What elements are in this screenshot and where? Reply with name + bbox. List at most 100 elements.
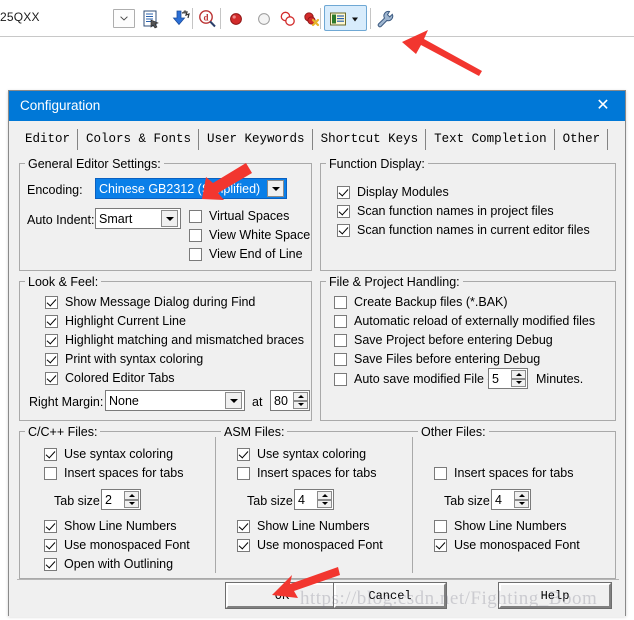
tab-user-keywords[interactable]: User Keywords xyxy=(199,129,313,150)
checkbox-box[interactable] xyxy=(337,204,350,218)
breakpoint-insert-icon[interactable] xyxy=(225,8,247,30)
checkbox-other-use-monospaced-font[interactable]: Use monospaced Font xyxy=(434,538,580,552)
right-margin-dropdown-button[interactable] xyxy=(225,392,242,409)
checkbox-box[interactable] xyxy=(44,538,57,552)
checkbox-box[interactable] xyxy=(237,538,250,552)
checkbox-box[interactable] xyxy=(334,333,347,347)
cancel-button[interactable]: Cancel xyxy=(333,582,447,609)
ok-button[interactable]: OK xyxy=(225,582,339,609)
spinner-down-button[interactable] xyxy=(514,499,529,508)
checkbox-box[interactable] xyxy=(434,466,447,480)
auto-indent-combobox[interactable]: Smart xyxy=(95,208,181,229)
download-blue-arrow-icon[interactable] xyxy=(168,8,190,30)
checkbox-box[interactable] xyxy=(337,223,350,237)
checkbox-box[interactable] xyxy=(44,557,57,571)
spinner-up-button[interactable] xyxy=(511,370,526,379)
encoding-combobox[interactable]: Chinese GB2312 (Simplified) xyxy=(95,178,287,199)
asm-tab-size-spinner[interactable]: 4 xyxy=(294,489,334,510)
spinner-up-button[interactable] xyxy=(124,491,139,500)
checkbox-display-modules[interactable]: Display Modules xyxy=(337,185,449,199)
checkbox-box[interactable] xyxy=(189,228,202,242)
document-refresh-icon[interactable] xyxy=(140,8,162,30)
breakpoint-disable-icon[interactable] xyxy=(253,8,275,30)
checkbox-box[interactable] xyxy=(44,447,57,461)
checkbox-box[interactable] xyxy=(337,185,350,199)
configuration-target-options-icon[interactable] xyxy=(327,8,349,30)
checkbox-box[interactable] xyxy=(334,295,347,309)
c-tab-size-spinner[interactable]: 2 xyxy=(101,489,141,510)
checkbox-box[interactable] xyxy=(237,519,250,533)
checkbox-view-end-of-line[interactable]: View End of Line xyxy=(189,247,303,261)
checkbox-box[interactable] xyxy=(189,209,202,223)
right-margin-combobox[interactable]: None xyxy=(105,390,245,411)
other-tab-size-spinner[interactable]: 4 xyxy=(491,489,531,510)
find-in-files-icon[interactable]: d xyxy=(196,8,218,30)
checkbox-colored-editor-tabs[interactable]: Colored Editor Tabs xyxy=(45,371,175,385)
checkbox-automatic-reload[interactable]: Automatic reload of externally modified … xyxy=(334,314,595,328)
spinner-up-button[interactable] xyxy=(293,392,308,401)
checkbox-highlight-current-line[interactable]: Highlight Current Line xyxy=(45,314,186,328)
checkbox-create-backup-files[interactable]: Create Backup files (*.BAK) xyxy=(334,295,508,309)
checkbox-box[interactable] xyxy=(45,314,58,328)
checkbox-c-use-monospaced-font[interactable]: Use monospaced Font xyxy=(44,538,190,552)
spinner-up-button[interactable] xyxy=(514,491,529,500)
tab-editor[interactable]: Editor xyxy=(17,129,79,150)
spinner-down-button[interactable] xyxy=(124,499,139,508)
checkbox-box[interactable] xyxy=(334,372,347,386)
help-button[interactable]: Help xyxy=(498,582,612,609)
auto-indent-dropdown-button[interactable] xyxy=(161,210,178,227)
spinner-up-button[interactable] xyxy=(317,491,332,500)
checkbox-box[interactable] xyxy=(334,352,347,366)
checkbox-virtual-spaces[interactable]: Virtual Spaces xyxy=(189,209,289,223)
checkbox-box[interactable] xyxy=(237,466,250,480)
spinner-buttons[interactable] xyxy=(317,491,332,508)
checkbox-box[interactable] xyxy=(45,371,58,385)
checkbox-c-use-syntax-coloring[interactable]: Use syntax coloring xyxy=(44,447,173,461)
checkbox-asm-insert-spaces-for-tabs[interactable]: Insert spaces for tabs xyxy=(237,466,377,480)
checkbox-asm-use-monospaced-font[interactable]: Use monospaced Font xyxy=(237,538,383,552)
checkbox-other-insert-spaces-for-tabs[interactable]: Insert spaces for tabs xyxy=(434,466,574,480)
spinner-buttons[interactable] xyxy=(124,491,139,508)
checkbox-box[interactable] xyxy=(45,352,58,366)
toolbar-options-dropdown-icon[interactable] xyxy=(349,8,361,30)
checkbox-box[interactable] xyxy=(45,295,58,309)
spinner-down-button[interactable] xyxy=(293,400,308,409)
checkbox-box[interactable] xyxy=(237,447,250,461)
close-icon[interactable]: ✕ xyxy=(581,91,625,121)
configuration-wizard-wrench-icon[interactable] xyxy=(374,8,396,30)
checkbox-other-show-line-numbers[interactable]: Show Line Numbers xyxy=(434,519,567,533)
checkbox-save-files-before-debug[interactable]: Save Files before entering Debug xyxy=(334,352,540,366)
checkbox-print-with-syntax-coloring[interactable]: Print with syntax coloring xyxy=(45,352,203,366)
checkbox-asm-show-line-numbers[interactable]: Show Line Numbers xyxy=(237,519,370,533)
checkbox-c-show-line-numbers[interactable]: Show Line Numbers xyxy=(44,519,177,533)
checkbox-view-white-space[interactable]: View White Space xyxy=(189,228,310,242)
checkbox-asm-use-syntax-coloring[interactable]: Use syntax coloring xyxy=(237,447,366,461)
tab-shortcut-keys[interactable]: Shortcut Keys xyxy=(312,129,427,150)
checkbox-box[interactable] xyxy=(189,247,202,261)
checkbox-c-insert-spaces-for-tabs[interactable]: Insert spaces for tabs xyxy=(44,466,184,480)
spinner-down-button[interactable] xyxy=(511,378,526,387)
checkbox-save-project-before-debug[interactable]: Save Project before entering Debug xyxy=(334,333,553,347)
checkbox-box[interactable] xyxy=(334,314,347,328)
auto-save-minutes-spinner[interactable]: 5 xyxy=(488,368,528,389)
checkbox-box[interactable] xyxy=(44,466,57,480)
encoding-dropdown-button[interactable] xyxy=(267,180,284,197)
checkbox-box[interactable] xyxy=(434,519,447,533)
checkbox-highlight-braces[interactable]: Highlight matching and mismatched braces xyxy=(45,333,304,347)
checkbox-box[interactable] xyxy=(44,519,57,533)
checkbox-c-open-with-outlining[interactable]: Open with Outlining xyxy=(44,557,173,571)
checkbox-show-message-dialog-during-find[interactable]: Show Message Dialog during Find xyxy=(45,295,255,309)
tab-text-completion[interactable]: Text Completion xyxy=(426,129,555,150)
tab-other[interactable]: Other xyxy=(554,129,609,150)
checkbox-box[interactable] xyxy=(45,333,58,347)
spinner-buttons[interactable] xyxy=(511,370,526,387)
breakpoint-kill-all-icon[interactable] xyxy=(277,8,299,30)
breakpoint-remove-icon[interactable] xyxy=(300,8,322,30)
spinner-down-button[interactable] xyxy=(317,499,332,508)
checkbox-box[interactable] xyxy=(434,538,447,552)
spinner-buttons[interactable] xyxy=(293,392,308,409)
tab-colors-and-fonts[interactable]: Colors & Fonts xyxy=(78,129,200,150)
spinner-buttons[interactable] xyxy=(514,491,529,508)
toolbar-target-dropdown-button[interactable] xyxy=(113,9,135,28)
right-margin-column-spinner[interactable]: 80 xyxy=(270,390,310,411)
